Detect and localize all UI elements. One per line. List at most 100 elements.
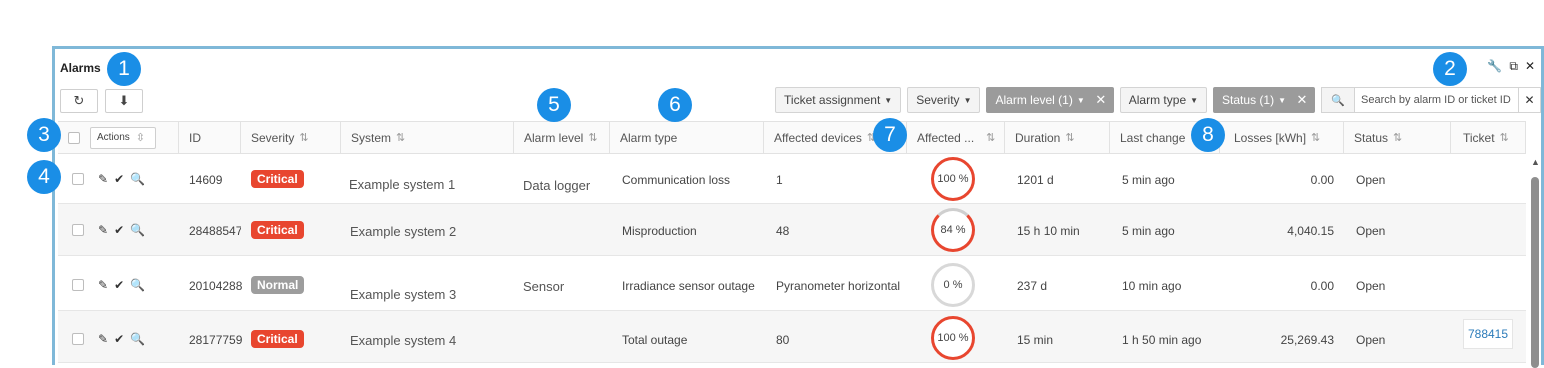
download-icon: ⬇ — [118, 93, 130, 108]
ticket-icon[interactable]: ✎ — [98, 278, 108, 292]
severity-badge: Critical — [251, 170, 304, 188]
header-label: Duration — [1015, 130, 1061, 145]
filter-ticket-assignment[interactable]: Ticket assignment ▼ — [775, 87, 902, 113]
sort-icon: ⇅ — [396, 132, 406, 144]
search-icon[interactable]: 🔍 — [1321, 87, 1355, 113]
export-button[interactable]: ⬇ — [105, 89, 143, 113]
caret-down-icon: ▼ — [1278, 95, 1286, 105]
cell-severity: Critical — [251, 170, 304, 188]
table-header: Actions ⇳ ID Severity ⇅ System ⇅ Alarm leve… — [58, 121, 1526, 154]
cell-losses: 25,269.43 — [1280, 333, 1334, 347]
clear-filter-icon[interactable]: ✕ — [1290, 92, 1314, 108]
acknowledge-icon[interactable]: ✔ — [114, 172, 124, 186]
row-checkbox[interactable] — [72, 333, 84, 345]
cell-status: Open — [1356, 224, 1386, 238]
inspect-icon[interactable]: 🔍 — [130, 278, 145, 292]
wrench-icon[interactable]: 🔧 — [1487, 59, 1502, 73]
sort-icon: ⇅ — [986, 132, 996, 144]
header-alarm-type[interactable]: Alarm type — [610, 122, 764, 153]
filter-alarm-type[interactable]: Alarm type ▼ — [1119, 87, 1208, 113]
cell-losses: 4,040.15 — [1287, 224, 1334, 238]
clear-search-icon[interactable]: ✕ — [1519, 87, 1541, 113]
cell-losses: 0.00 — [1310, 279, 1334, 293]
affected-percent-ring: 100 % — [931, 316, 975, 360]
header-id[interactable]: ID — [178, 122, 241, 153]
cell-affected-devices: 48 — [776, 224, 790, 238]
close-icon[interactable]: ✕ — [1525, 59, 1535, 73]
sort-icon: ⇅ — [1065, 132, 1075, 144]
dropdown-arrows-icon: ⇳ — [135, 132, 146, 144]
ticket-icon[interactable]: ✎ — [98, 223, 108, 237]
header-system[interactable]: System ⇅ — [341, 122, 514, 153]
caret-down-icon: ▼ — [1076, 95, 1085, 105]
header-severity[interactable]: Severity ⇅ — [241, 122, 341, 153]
row-checkbox[interactable] — [72, 224, 84, 236]
scroll-up-icon[interactable]: ▲ — [1531, 157, 1540, 167]
header-label: Ticket — [1463, 130, 1495, 145]
filter-bar: Ticket assignment ▼ Severity ▼ Alarm level… — [775, 87, 1541, 113]
acknowledge-icon[interactable]: ✔ — [114, 332, 124, 346]
cell-duration: 15 h 10 min — [1017, 224, 1080, 238]
callout-badge: 2 — [1433, 52, 1467, 86]
caret-down-icon: ▼ — [1190, 95, 1199, 105]
header-duration[interactable]: Duration ⇅ — [1005, 122, 1110, 153]
caret-down-icon: ▼ — [884, 95, 893, 105]
acknowledge-icon[interactable]: ✔ — [114, 278, 124, 292]
table-row[interactable]: ✎ ✔ 🔍 20104288 Normal Example system 3 Sen… — [58, 259, 1526, 311]
sort-icon: ⇅ — [588, 132, 598, 144]
affected-percent-ring: 100 % — [931, 157, 975, 201]
inspect-icon[interactable]: 🔍 — [130, 172, 145, 186]
caret-down-icon: ▼ — [963, 95, 972, 105]
header-affected-percent[interactable]: Affected ... ⇅ — [907, 122, 1005, 153]
cell-system[interactable]: Example system 3 — [350, 287, 456, 302]
clear-filter-icon[interactable]: ✕ — [1089, 92, 1113, 108]
callout-badge: 8 — [1191, 118, 1225, 152]
ticket-icon[interactable]: ✎ — [98, 332, 108, 346]
callout-badge: 3 — [27, 118, 61, 152]
cell-duration: 237 d — [1017, 279, 1048, 293]
header-select-actions: Actions ⇳ — [58, 122, 178, 153]
cell-id: 28488547 — [189, 224, 241, 238]
cell-duration: 1201 d — [1017, 173, 1054, 187]
header-losses[interactable]: Losses [kWh] ⇅ — [1220, 122, 1344, 153]
cell-severity: Normal — [251, 276, 305, 294]
actions-dropdown[interactable]: Actions ⇳ — [90, 126, 156, 149]
ticket-link[interactable]: 788415 — [1463, 319, 1513, 349]
cell-system[interactable]: Example system 4 — [350, 333, 456, 348]
table-row[interactable]: ✎ ✔ 🔍 28488547 Critical Example system 2 M… — [58, 204, 1526, 256]
cell-system[interactable]: Example system 2 — [350, 224, 456, 239]
header-label: Alarm level — [524, 130, 584, 145]
refresh-button[interactable]: ↻ — [60, 89, 98, 113]
cell-affected-devices: 1 — [776, 173, 783, 187]
cell-duration: 15 min — [1017, 333, 1054, 347]
row-checkbox[interactable] — [72, 279, 84, 291]
inspect-icon[interactable]: 🔍 — [130, 223, 145, 237]
search-input[interactable] — [1355, 87, 1519, 113]
severity-badge: Critical — [251, 330, 304, 348]
cell-id: 28177759 — [189, 333, 243, 347]
header-label: Status — [1354, 130, 1389, 145]
header-alarm-level[interactable]: Alarm level ⇅ — [514, 122, 610, 153]
vertical-scrollbar[interactable]: ▲ — [1529, 157, 1541, 368]
ticket-icon[interactable]: ✎ — [98, 172, 108, 186]
filter-status[interactable]: Status (1) ▼ ✕ — [1213, 87, 1315, 113]
header-status[interactable]: Status ⇅ — [1344, 122, 1451, 153]
table-row[interactable]: ✎ ✔ 🔍 14609 Critical Example system 1 Data… — [58, 154, 1526, 204]
row-checkbox[interactable] — [72, 173, 84, 185]
cell-alarm-level: Sensor — [523, 279, 565, 294]
table-row[interactable]: ✎ ✔ 🔍 28177759 Critical Example system 4 T… — [58, 311, 1526, 363]
filter-severity[interactable]: Severity ▼ — [907, 87, 981, 113]
sort-icon: ⇅ — [1393, 132, 1403, 144]
cell-alarm-level: Data logger — [523, 178, 591, 193]
cell-system[interactable]: Example system 1 — [349, 177, 455, 192]
cell-severity: Critical — [251, 221, 304, 239]
filter-alarm-level[interactable]: Alarm level (1) ▼ ✕ — [986, 87, 1114, 113]
header-label: Severity — [251, 130, 295, 145]
cell-status: Open — [1356, 333, 1386, 347]
popout-icon[interactable]: ⧉ — [1509, 59, 1518, 73]
inspect-icon[interactable]: 🔍 — [130, 332, 145, 346]
select-all-checkbox[interactable] — [68, 131, 80, 144]
acknowledge-icon[interactable]: ✔ — [114, 223, 124, 237]
scrollbar-thumb[interactable] — [1531, 177, 1539, 368]
header-ticket[interactable]: Ticket ⇅ — [1451, 122, 1526, 153]
